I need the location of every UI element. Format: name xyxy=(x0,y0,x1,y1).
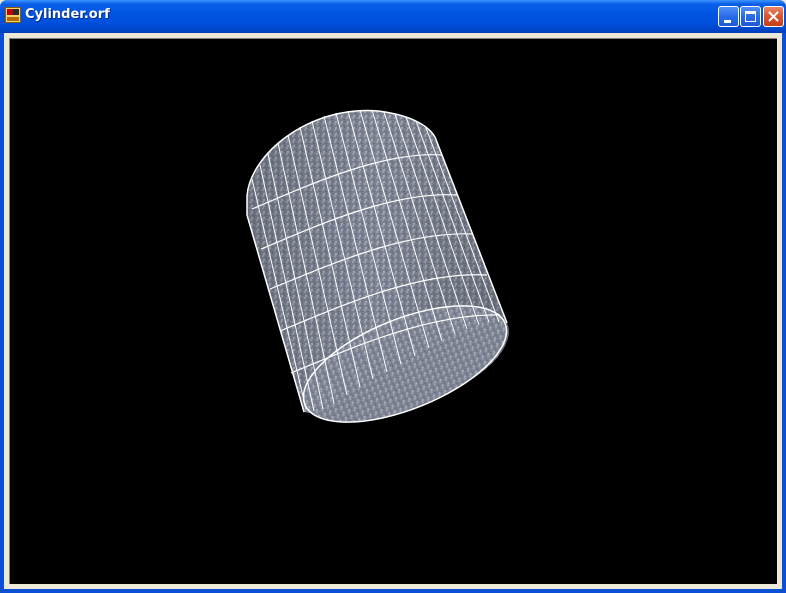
close-icon xyxy=(768,11,779,22)
application-window: Cylinder.orf xyxy=(0,0,786,593)
minimize-icon xyxy=(724,20,731,23)
client-frame xyxy=(4,33,782,589)
maximize-icon xyxy=(745,11,756,22)
close-button[interactable] xyxy=(763,6,784,27)
app-icon[interactable] xyxy=(5,7,21,23)
3d-viewport[interactable] xyxy=(9,38,777,584)
maximize-button[interactable] xyxy=(740,6,761,27)
title-bar[interactable]: Cylinder.orf xyxy=(0,0,786,33)
cylinder-render xyxy=(246,109,509,423)
minimize-button[interactable] xyxy=(718,6,739,27)
window-title: Cylinder.orf xyxy=(25,7,110,22)
cylinder-mesh xyxy=(246,109,509,423)
